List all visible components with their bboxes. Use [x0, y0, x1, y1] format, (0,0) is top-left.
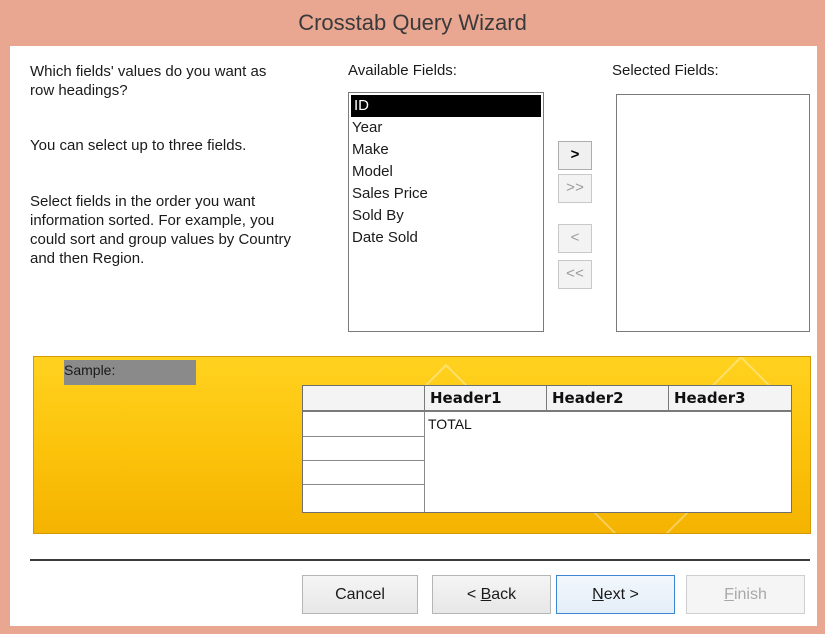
selected-fields-list[interactable] — [616, 94, 810, 332]
selected-fields-label: Selected Fields: — [612, 62, 719, 79]
list-item-model[interactable]: Model — [349, 161, 543, 183]
next-button[interactable]: Next > — [556, 575, 675, 614]
back-accelerator: B — [480, 585, 492, 603]
row-heading-cell — [303, 412, 425, 437]
available-fields-list[interactable]: ID Year Make Model Sales Price Sold By D… — [348, 92, 544, 332]
row-heading-cell — [303, 437, 425, 461]
back-button[interactable]: < Back — [432, 575, 551, 614]
back-label: < — [466, 585, 481, 603]
list-item-date-sold[interactable]: Date Sold — [349, 227, 543, 249]
list-item-id[interactable]: ID — [351, 95, 541, 117]
next-accelerator: N — [592, 585, 604, 603]
header1-cell: Header1 — [425, 386, 547, 412]
finish-accelerator: F — [724, 585, 734, 603]
finish-button[interactable]: Finish — [686, 575, 805, 614]
instruction-line: row headings? — [30, 82, 128, 99]
remove-all-fields-button[interactable]: << — [558, 260, 592, 289]
list-item-year[interactable]: Year — [349, 117, 543, 139]
cancel-button[interactable]: Cancel — [302, 575, 418, 614]
list-item-sold-by[interactable]: Sold By — [349, 205, 543, 227]
list-item-make[interactable]: Make — [349, 139, 543, 161]
instruction-sort: Select fields in the order you want info… — [30, 192, 291, 268]
separator-line — [30, 559, 810, 561]
back-label: ack — [491, 585, 517, 603]
title-bar: Crosstab Query Wizard — [0, 0, 825, 46]
header2-cell: Header2 — [547, 386, 669, 412]
instruction-question: Which fields' values do you want as row … — [30, 62, 266, 100]
instruction-limit: You can select up to three fields. — [30, 137, 247, 154]
corner-header-cell — [303, 386, 425, 412]
remove-field-button[interactable]: < — [558, 224, 592, 253]
row-heading-cell — [303, 461, 425, 485]
row-heading-cell — [303, 485, 425, 512]
sample-grid: Header1 Header2 Header3 TOTAL — [302, 385, 792, 513]
instruction-line: Select fields in the order you want — [30, 193, 256, 210]
instruction-line: Which fields' values do you want as — [30, 63, 267, 80]
instruction-line: and then Region. — [30, 250, 145, 267]
instruction-line: could sort and group values by Country — [30, 231, 291, 248]
available-fields-label: Available Fields: — [348, 62, 457, 79]
instruction-line: information sorted. For example, you — [30, 212, 275, 229]
total-cell: TOTAL — [428, 416, 472, 432]
header3-cell: Header3 — [669, 386, 791, 412]
next-label: ext > — [603, 585, 639, 603]
add-field-button[interactable]: > — [558, 141, 592, 170]
finish-label: inish — [733, 585, 767, 603]
add-all-fields-button[interactable]: >> — [558, 174, 592, 203]
sample-preview: Sample: Header1 Header2 Header3 TOTAL — [33, 356, 811, 534]
window-title: Crosstab Query Wizard — [298, 10, 527, 35]
sample-label: Sample: — [64, 360, 196, 385]
wizard-body: Which fields' values do you want as row … — [10, 46, 817, 626]
list-item-sales-price[interactable]: Sales Price — [349, 183, 543, 205]
